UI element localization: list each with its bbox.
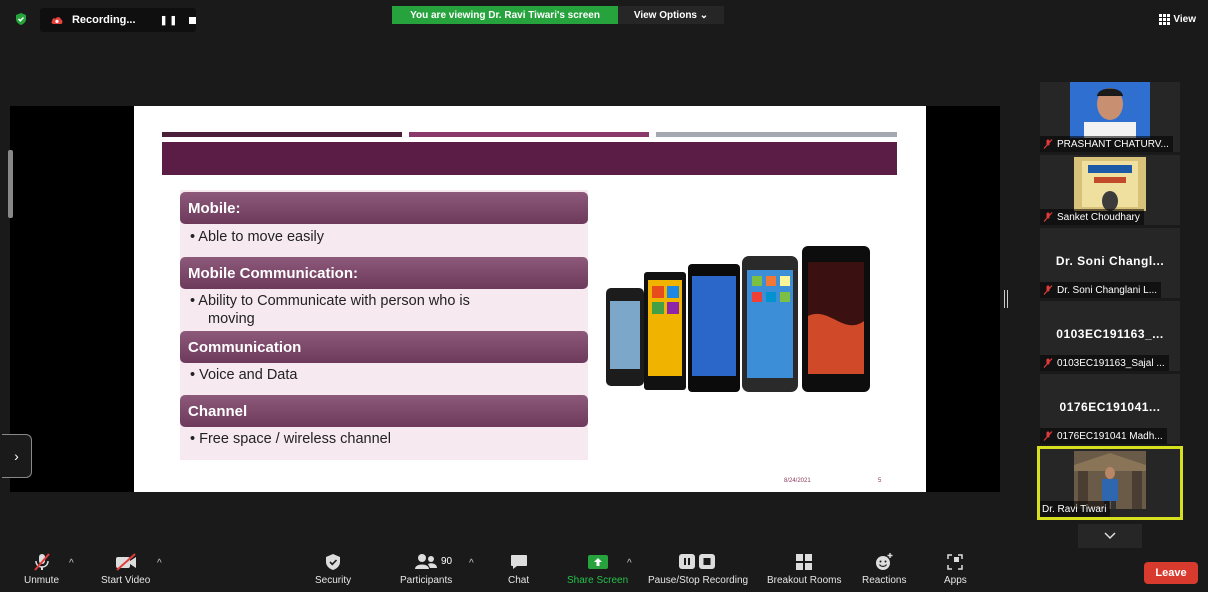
- muted-microphone-icon: [33, 553, 50, 571]
- pause-stop-recording-button[interactable]: Pause/Stop Recording: [648, 552, 748, 586]
- apps-button[interactable]: Apps: [944, 552, 967, 586]
- muted-mic-icon: [1043, 139, 1053, 149]
- security-label: Security: [315, 575, 352, 586]
- slide-section-header: Communication: [180, 331, 588, 363]
- slide-accent-bar: [162, 132, 402, 137]
- recording-label: Recording...: [71, 14, 136, 26]
- expand-panel-arrow-icon[interactable]: ›: [2, 434, 32, 478]
- slide-page-number: 5: [878, 478, 882, 484]
- participant-display-name: Dr. Soni Changl...: [1055, 254, 1165, 268]
- participant-display-name: 0103EC191163_...: [1056, 327, 1164, 341]
- leave-button[interactable]: Leave: [1144, 562, 1198, 584]
- slide-date: 8/24/2021: [784, 478, 811, 484]
- participant-video: [1074, 157, 1146, 211]
- audio-options-caret-icon[interactable]: ^: [69, 558, 74, 569]
- participant-tile[interactable]: Dr. Soni Changl... Dr. Soni Changlani L.…: [1040, 228, 1180, 298]
- chevron-down-icon: [1104, 532, 1116, 540]
- share-screen-button[interactable]: Share Screen: [567, 552, 628, 586]
- breakout-rooms-label: Breakout Rooms: [767, 575, 842, 586]
- video-options-caret-icon[interactable]: ^: [157, 558, 162, 569]
- participants-count: 90: [441, 556, 453, 567]
- security-shield-icon[interactable]: [14, 12, 28, 26]
- slide-bullet: • Voice and Data: [190, 367, 298, 383]
- unmute-label: Unmute: [24, 575, 60, 586]
- participant-name: Sanket Choudhary: [1057, 211, 1140, 223]
- meeting-toolbar: Unmute ^ Start Video ^ Security Particip…: [0, 548, 1208, 592]
- viewing-screen-banner: You are viewing Dr. Ravi Tiwari's screen: [392, 6, 618, 24]
- participant-tile[interactable]: PRASHANT CHATURV...: [1040, 82, 1180, 152]
- muted-mic-icon: [1043, 285, 1053, 295]
- participant-name-bar: PRASHANT CHATURV...: [1040, 136, 1173, 152]
- participants-label: Participants: [400, 575, 453, 586]
- participant-name-bar: Dr. Soni Changlani L...: [1040, 282, 1162, 298]
- participants-icon: [415, 554, 438, 569]
- muted-mic-icon: [1043, 212, 1053, 222]
- presentation-slide: Mobile: • Able to move easily Mobile Com…: [134, 106, 926, 492]
- share-options-caret-icon[interactable]: ^: [627, 558, 632, 569]
- view-label: View: [1173, 14, 1196, 25]
- slide-accent-bar: [409, 132, 649, 137]
- pause-recording-icon[interactable]: ❚❚: [160, 15, 179, 26]
- start-video-button[interactable]: Start Video: [101, 552, 150, 586]
- slide-bullet: • Able to move easily: [190, 229, 325, 245]
- apps-label: Apps: [944, 575, 967, 586]
- participants-options-caret-icon[interactable]: ^: [469, 558, 474, 569]
- slide-section-header: Mobile:: [180, 192, 588, 224]
- pause-stop-recording-icon: [679, 554, 716, 569]
- start-video-label: Start Video: [101, 575, 151, 586]
- slide-bullet: • Ability to Communicate with person who…: [190, 293, 470, 309]
- participant-tile[interactable]: Sanket Choudhary: [1040, 155, 1180, 225]
- view-button[interactable]: View: [1159, 14, 1196, 25]
- participant-name: PRASHANT CHATURV...: [1057, 138, 1169, 150]
- smartphones-image: [606, 246, 870, 392]
- apps-icon: [947, 554, 964, 570]
- participant-tile[interactable]: 0103EC191163_... 0103EC191163_Sajal ...: [1040, 301, 1180, 371]
- gallery-scroll-down-button[interactable]: [1078, 524, 1142, 548]
- slide-bullet-continuation: moving: [208, 311, 255, 327]
- reactions-button[interactable]: Reactions: [862, 552, 906, 586]
- participant-display-name: 0176EC191041...: [1059, 400, 1161, 414]
- unmute-button[interactable]: Unmute: [24, 552, 59, 586]
- grid-view-icon: [1159, 14, 1171, 25]
- participant-name-bar: Sanket Choudhary: [1040, 209, 1144, 225]
- zoom-meeting-window: Recording... ❚❚ You are viewing Dr. Ravi…: [0, 0, 1208, 592]
- slide-title-band: [162, 142, 897, 175]
- recording-indicator: Recording... ❚❚: [40, 8, 196, 32]
- video-off-icon: [115, 553, 136, 571]
- reactions-smiley-icon: [876, 553, 893, 570]
- reactions-label: Reactions: [862, 575, 907, 586]
- active-speaker-tile[interactable]: Dr. Ravi Tiwari: [1037, 446, 1183, 520]
- slide-bullet: • Free space / wireless channel: [190, 431, 391, 447]
- participant-tile[interactable]: 0176EC191041... 0176EC191041 Madh...: [1040, 374, 1180, 444]
- participant-name: 0176EC191041 Madh...: [1057, 430, 1163, 442]
- pause-stop-recording-label: Pause/Stop Recording: [648, 575, 749, 586]
- slide-section-header: Channel: [180, 395, 588, 427]
- chat-button[interactable]: Chat: [508, 552, 529, 586]
- panel-resize-handle[interactable]: [8, 150, 13, 218]
- muted-mic-icon: [1043, 431, 1053, 441]
- participant-name: Dr. Ravi Tiwari: [1042, 503, 1107, 515]
- participant-video: [1070, 82, 1150, 138]
- participant-name: Dr. Soni Changlani L...: [1057, 284, 1158, 296]
- chat-label: Chat: [508, 575, 530, 586]
- slide-section-header: Mobile Communication:: [180, 257, 588, 289]
- gallery-splitter-handle[interactable]: [1004, 290, 1008, 308]
- muted-mic-icon: [1043, 358, 1053, 368]
- security-shield-icon: [326, 554, 341, 570]
- share-screen-label: Share Screen: [567, 575, 629, 586]
- share-screen-icon: [587, 555, 608, 569]
- breakout-rooms-button[interactable]: Breakout Rooms: [767, 552, 841, 586]
- participant-name-bar: 0103EC191163_Sajal ...: [1040, 355, 1169, 371]
- security-button[interactable]: Security: [315, 552, 351, 586]
- breakout-rooms-icon: [796, 554, 813, 570]
- participant-name-bar: Dr. Ravi Tiwari: [1040, 501, 1111, 517]
- participant-name: 0103EC191163_Sajal ...: [1057, 357, 1165, 369]
- participant-name-bar: 0176EC191041 Madh...: [1040, 428, 1167, 444]
- cloud-recording-icon: [51, 17, 63, 24]
- view-options-button[interactable]: View Options ⌄: [618, 6, 724, 24]
- slide-accent-bar: [656, 132, 897, 137]
- chat-bubble-icon: [510, 555, 527, 569]
- stop-recording-icon[interactable]: [189, 16, 196, 24]
